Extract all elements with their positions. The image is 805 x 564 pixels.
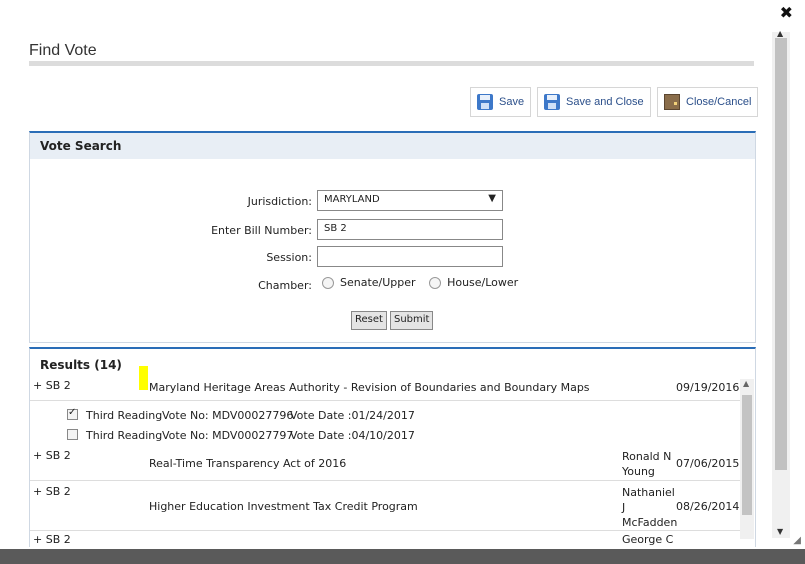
radio-button[interactable] [322,277,334,289]
session-row: Session: [30,246,755,268]
result-row[interactable]: + SB 2 George C [30,533,740,547]
scroll-thumb[interactable] [742,395,752,515]
bill-date: 07/06/2015 [676,457,740,470]
jurisdiction-label: Jurisdiction: [247,195,312,208]
bill-sponsor: George C [622,533,674,546]
dialog-title: Find Vote [29,42,97,59]
jurisdiction-select[interactable]: MARYLAND ▼ [317,190,503,211]
close-cancel-button[interactable]: Close/Cancel [657,87,759,117]
resize-grip-icon[interactable]: ◢ [793,535,801,546]
reset-button[interactable]: Reset [351,311,387,330]
vote-checkbox[interactable] [67,428,78,440]
session-label: Session: [266,251,312,264]
results-scrollbar[interactable]: ▲ [740,379,754,539]
chamber-option-senate[interactable]: Senate/Upper [322,276,416,289]
chamber-label: Chamber: [258,279,312,292]
close-cancel-label: Close/Cancel [686,96,752,108]
bill-expand-toggle[interactable]: + SB 2 [33,379,71,392]
save-button-label: Save [499,96,525,108]
vote-number: Vote No: MDV00027797 [162,429,294,442]
bill-number-label: Enter Bill Number: [211,224,312,237]
result-row[interactable]: + SB 2 Maryland Heritage Areas Authority… [30,377,740,401]
jurisdiction-row: Jurisdiction: MARYLAND ▼ [30,190,755,212]
scroll-up-icon[interactable]: ▲ [743,379,749,388]
bill-expand-toggle[interactable]: + SB 2 [33,449,71,462]
results-title: Results (14) [40,358,122,372]
vote-search-panel: Vote Search Jurisdiction: MARYLAND ▼ Ent… [29,131,756,343]
result-row[interactable]: + SB 2 Higher Education Investment Tax C… [30,481,740,531]
find-vote-dialog: ✖ Find Vote Save Save and Close Close/Ca… [0,0,805,549]
bill-title: Real-Time Transparency Act of 2016 [149,457,347,470]
results-panel: Results (14) + SB 2 Maryland Heritage Ar… [29,347,756,547]
jurisdiction-value: MARYLAND [324,194,380,205]
bill-date: 08/26/2014 [676,500,740,513]
save-and-close-button[interactable]: Save and Close [537,87,651,117]
vote-checkbox[interactable] [67,407,78,420]
scroll-thumb[interactable] [775,38,787,470]
bill-title: Higher Education Investment Tax Credit P… [149,500,418,513]
vote-number: Vote No: MDV00027796 [162,409,294,422]
scroll-down-icon[interactable]: ▼ [777,527,783,536]
floppy-disk-icon [544,94,560,110]
vote-row[interactable]: Third Reading Vote No: MDV00027797 Vote … [30,425,740,445]
bill-title: Maryland Heritage Areas Authority - Revi… [149,381,590,394]
bill-expand-toggle[interactable]: + SB 2 [33,485,71,498]
vote-reading: Third Reading [86,409,163,422]
save-and-close-label: Save and Close [566,96,644,108]
chamber-option-house[interactable]: House/Lower [429,276,518,289]
bill-expand-toggle[interactable]: + SB 2 [33,533,71,546]
radio-button[interactable] [429,277,442,289]
save-button[interactable]: Save [470,87,532,117]
result-row[interactable]: + SB 2 Real-Time Transparency Act of 201… [30,445,740,481]
session-input[interactable] [317,246,503,267]
vote-reading: Third Reading [86,429,163,442]
dialog-scrollbar[interactable]: ▲ ▼ [772,29,790,538]
vote-search-header: Vote Search [30,133,755,159]
bill-number-row: Enter Bill Number: SB 2 [30,219,755,241]
submit-button[interactable]: Submit [390,311,434,330]
door-exit-icon [664,94,680,110]
title-divider [29,61,754,66]
vote-date: Vote Date :01/24/2017 [290,409,415,422]
floppy-disk-icon [477,94,493,110]
chamber-radio-group: Senate/Upper House/Lower [322,276,528,289]
bill-sponsor: Ronald N Young [622,450,672,478]
vote-date: Vote Date :04/10/2017 [290,429,415,442]
bill-number-input[interactable]: SB 2 [317,219,503,240]
bill-sponsor: Nathaniel J McFadden [622,486,678,529]
scroll-up-icon[interactable]: ▲ [777,29,783,38]
bill-date: 09/19/2016 [676,381,740,394]
dropdown-arrow-icon: ▼ [488,193,496,204]
vote-row[interactable]: Third Reading Vote No: MDV00027796 Vote … [30,405,740,425]
close-icon[interactable]: ✖ [780,4,793,22]
chamber-row: Chamber: Senate/Upper House/Lower [30,274,755,296]
